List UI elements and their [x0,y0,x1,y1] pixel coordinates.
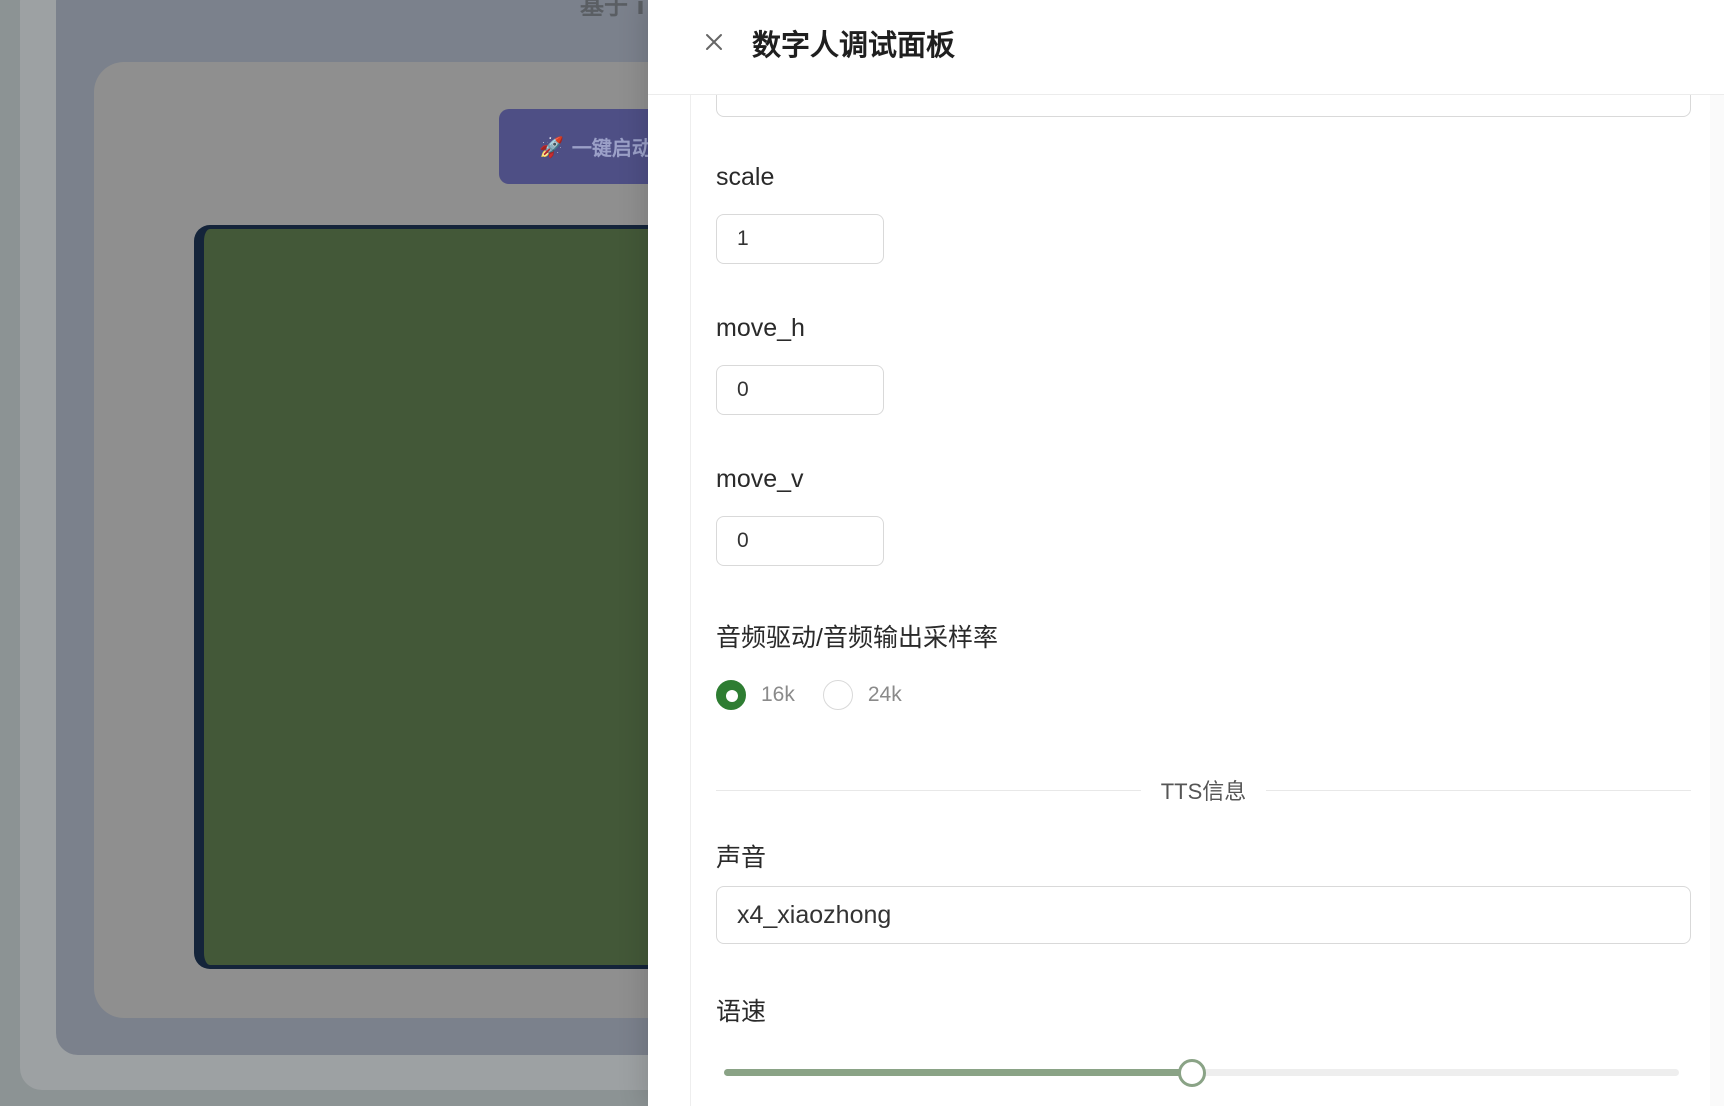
radio-24k[interactable] [822,680,853,710]
divider-line-right [1266,789,1691,791]
rocket-icon: 🚀 [539,134,564,159]
voice-label: 声音 [716,844,767,872]
page: 基于 i 🚀 一键启动 scale move_h move_v 音频驱动/音频输… [0,0,1724,1106]
sample-rate-radio-group: 16k 24k [716,678,930,712]
speed-label: 语速 [716,998,767,1026]
divider-line-left [716,789,1141,791]
move-v-label: move_v [716,465,804,493]
radio-label-24k: 24k [867,683,902,706]
move-h-input[interactable] [716,365,884,415]
background-heading: 基于 i [580,0,645,20]
move-v-input[interactable] [716,516,884,566]
radio-option-24k[interactable]: 24k [822,680,902,710]
drawer-body: scale move_h move_v 音频驱动/音频输出采样率 16k 24k [690,0,1724,1106]
radio-option-16k[interactable]: 16k [716,680,795,710]
move-h-label: move_h [716,314,805,342]
scrollbar[interactable] [1710,95,1724,1106]
debug-drawer: scale move_h move_v 音频驱动/音频输出采样率 16k 24k [648,0,1724,1106]
close-icon[interactable] [702,30,726,54]
drawer-header: 数字人调试面板 [648,0,1724,95]
launch-button-label: 一键启动 [571,136,652,160]
radio-label-16k: 16k [761,683,795,706]
slider-handle[interactable] [1177,1059,1206,1087]
radio-16k-selected[interactable] [716,680,746,710]
drawer-title: 数字人调试面板 [752,28,956,62]
tts-divider: TTS信息 [716,775,1691,805]
scale-input[interactable] [716,214,884,264]
speed-slider[interactable] [724,1058,1679,1088]
voice-input[interactable] [716,886,1691,944]
sample-rate-label: 音频驱动/音频输出采样率 [716,624,998,652]
slider-track [724,1069,1192,1076]
tts-divider-label: TTS信息 [1160,779,1247,804]
scale-label: scale [716,163,775,191]
